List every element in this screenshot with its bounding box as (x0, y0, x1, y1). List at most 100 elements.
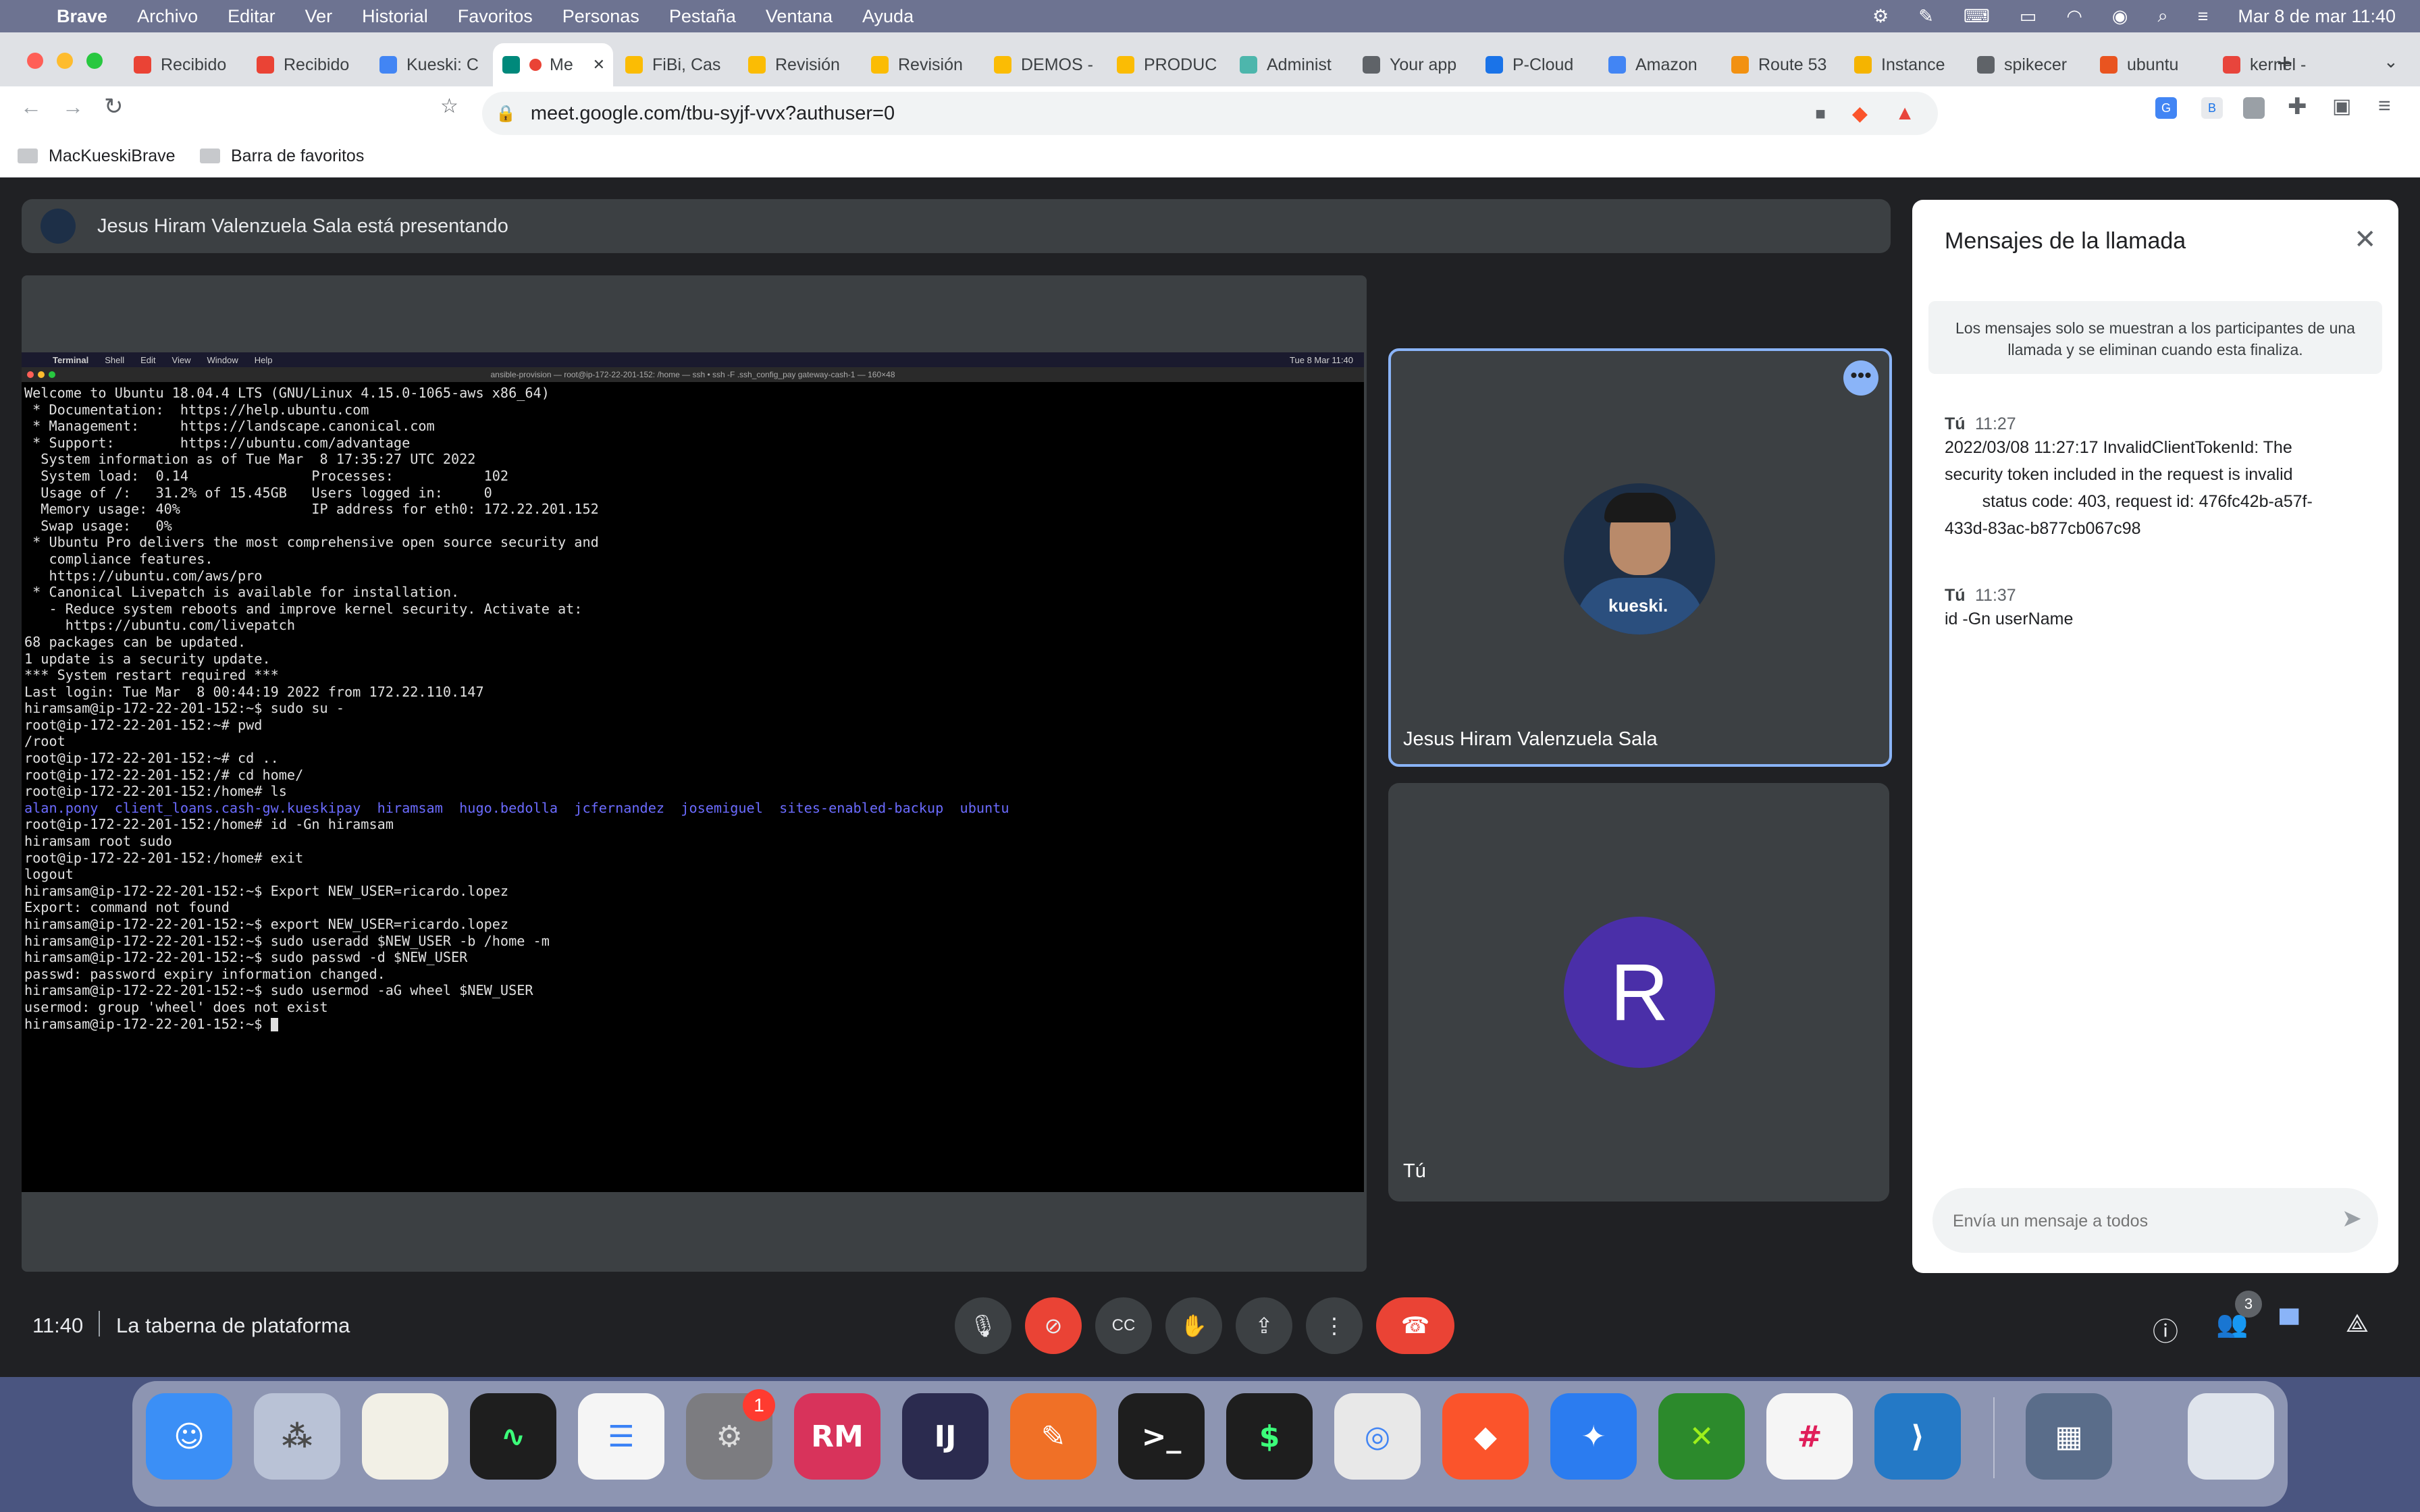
bookmark-icon[interactable]: ☆ (440, 94, 458, 118)
dock-app-trash-icon[interactable] (2188, 1393, 2274, 1480)
extension-b-icon[interactable]: B (2201, 97, 2223, 119)
status-icon-2[interactable]: ✎ (1918, 6, 1934, 27)
browser-tab[interactable]: ubuntu (2090, 43, 2211, 86)
dock-app-notes-icon[interactable] (362, 1393, 448, 1480)
menu-favoritos[interactable]: Favoritos (458, 6, 533, 27)
camera-in-use-icon[interactable]: ■ (1815, 103, 1826, 124)
terminal-line: Export: command not found (24, 899, 230, 916)
menu-personas[interactable]: Personas (562, 6, 639, 27)
menu-historial[interactable]: Historial (362, 6, 428, 27)
keyboard-icon[interactable]: ⌨ (1964, 6, 1990, 27)
more-options-button[interactable]: ⋮ (1306, 1297, 1363, 1354)
message-line: status code: 403, request id: 476fc42b-a… (1945, 492, 2313, 511)
participant-tile-presenter[interactable]: ••• kueski. Jesus Hiram Valenzuela Sala (1388, 348, 1892, 767)
captions-button[interactable]: CC (1095, 1297, 1152, 1354)
dock-app-finder-icon[interactable]: ☺ (146, 1393, 232, 1480)
dock-app-terminal-icon[interactable]: >_ (1118, 1393, 1205, 1480)
dock-app-reminders-icon[interactable]: ☰ (578, 1393, 664, 1480)
new-tab-button[interactable]: + (2277, 49, 2292, 79)
participant-tile-self[interactable]: R Tú (1388, 783, 1889, 1202)
status-icon-1[interactable]: ⚙ (1872, 6, 1889, 27)
dock-app-virtualbox-icon[interactable]: ▦ (2026, 1393, 2112, 1480)
close-tab-icon[interactable]: ✕ (593, 56, 605, 74)
lock-icon[interactable]: 🔒 (496, 104, 516, 124)
tab-favicon-icon (1854, 56, 1872, 74)
wifi-icon[interactable]: ◠ (2066, 6, 2082, 27)
back-icon[interactable]: ← (20, 94, 42, 119)
dock-app-intellij-idea-icon[interactable]: IJ (902, 1393, 989, 1480)
wallet-icon[interactable]: ▣ (2332, 94, 2351, 118)
menu-ver[interactable]: Ver (305, 6, 333, 27)
browser-tab[interactable]: FiBi, Cas (616, 43, 736, 86)
tab-search-chevron-icon[interactable]: ⌄ (2384, 51, 2398, 72)
browser-tab[interactable]: DEMOS - (984, 43, 1105, 86)
browser-tab[interactable]: P-Cloud (1476, 43, 1596, 86)
microphone-button[interactable]: 🎙 (955, 1297, 1011, 1354)
battery-icon[interactable]: ▭ (2020, 6, 2037, 27)
chat-icon[interactable]: ▀ (2280, 1310, 2298, 1340)
browser-tab[interactable]: Instance (1845, 43, 1965, 86)
dock-app-chrome-icon[interactable]: ◎ (1334, 1393, 1421, 1480)
present-screen-button[interactable]: ⇪ (1236, 1297, 1292, 1354)
send-message-icon[interactable]: ➤ (2342, 1204, 2362, 1233)
dock-app-launchpad-icon[interactable]: ⁂ (254, 1393, 340, 1480)
browser-tab[interactable]: Me ✕ (493, 43, 613, 86)
browser-menu-icon[interactable]: ≡ (2378, 93, 2391, 118)
extensions-puzzle-icon[interactable]: ✚ (2288, 93, 2307, 120)
browser-tab[interactable]: spikecer (1968, 43, 2088, 86)
address-bar[interactable]: 🔒 meet.google.com/tbu-syjf-vvx?authuser=… (482, 92, 1938, 135)
more-options-icon[interactable]: ••• (1843, 360, 1878, 396)
window-minimize-button[interactable] (57, 53, 73, 69)
spotlight-search-icon[interactable]: ⌕ (2157, 5, 2167, 27)
terminal-line: hiramsam@ip-172-22-201-152:~$ export NEW… (24, 916, 509, 932)
brave-shields-icon[interactable]: ◆ (1852, 102, 1868, 126)
browser-tab[interactable]: Amazon (1599, 43, 1719, 86)
meeting-info-icon[interactable]: ⓘ (2153, 1311, 2178, 1348)
browser-tab[interactable]: kernel - (2213, 43, 2334, 86)
close-chat-icon[interactable]: ✕ (2354, 224, 2377, 255)
raise-hand-button[interactable]: ✋ (1165, 1297, 1222, 1354)
browser-tab[interactable]: Kueski: C (370, 43, 490, 86)
menu-ventana[interactable]: Ventana (766, 6, 833, 27)
control-center-icon[interactable]: ≡ (2198, 6, 2209, 27)
camera-off-button[interactable]: ⊘ (1025, 1297, 1082, 1354)
browser-tab[interactable]: Route 53 (1722, 43, 1842, 86)
menu-ayuda[interactable]: Ayuda (862, 6, 914, 27)
terminal-line: hiramsam@ip-172-22-201-152:~$ sudo su - (24, 700, 345, 717)
terminal-line: root@ip-172-22-201-152:/home# id -Gn hir… (24, 816, 394, 833)
browser-tab[interactable]: Revisión (862, 43, 982, 86)
dock-app-postman-icon[interactable]: ✎ (1010, 1393, 1097, 1480)
window-zoom-button[interactable] (86, 53, 103, 69)
dock-app-activity-monitor-icon[interactable]: ∿ (470, 1393, 556, 1480)
browser-tab[interactable]: Revisión (739, 43, 859, 86)
window-close-button[interactable] (27, 53, 43, 69)
leave-call-button[interactable]: ☎ (1376, 1297, 1454, 1354)
chat-message-input[interactable] (1951, 1200, 2319, 1242)
menu-editar[interactable]: Editar (228, 6, 275, 27)
reload-icon[interactable]: ↻ (104, 93, 124, 120)
bookmark-folder-barra-de-favoritos[interactable]: Barra de favoritos (200, 135, 364, 177)
menu-archivo[interactable]: Archivo (137, 6, 198, 27)
menu-clock[interactable]: Mar 8 de mar 11:40 (2238, 6, 2396, 27)
brave-rewards-icon[interactable]: ▲ (1895, 102, 1915, 125)
browser-tab[interactable]: Your app (1353, 43, 1473, 86)
dock-app-slack-icon[interactable]: # (1766, 1393, 1853, 1480)
forward-icon[interactable]: → (62, 94, 84, 119)
dock-app-safari-icon[interactable]: ✦ (1550, 1393, 1637, 1480)
browser-tab[interactable]: Recibido (247, 43, 367, 86)
menu-pestana[interactable]: Pestaña (669, 6, 736, 27)
dock-app-brave-icon[interactable]: ◆ (1442, 1393, 1529, 1480)
translate-extension-icon[interactable]: G (2155, 97, 2177, 119)
browser-tab[interactable]: PRODUC (1107, 43, 1228, 86)
user-icon[interactable]: ◉ (2112, 6, 2128, 27)
menu-app-name[interactable]: Brave (57, 6, 107, 27)
dock-app-terminal-icon[interactable]: $ (1226, 1393, 1313, 1480)
dock-app-rubymine-icon[interactable]: RM (794, 1393, 880, 1480)
browser-tab[interactable]: Recibido (124, 43, 244, 86)
bookmark-folder-mackueskibrave[interactable]: MacKueskiBrave (18, 135, 176, 177)
dock-app-xmind-icon[interactable]: ✕ (1658, 1393, 1745, 1480)
browser-tab[interactable]: Administ (1230, 43, 1350, 86)
activities-icon[interactable]: ⟁ (2346, 1310, 2369, 1339)
dock-app-vs-code-icon[interactable]: ⟩ (1874, 1393, 1961, 1480)
extension-icon[interactable] (2243, 97, 2265, 119)
